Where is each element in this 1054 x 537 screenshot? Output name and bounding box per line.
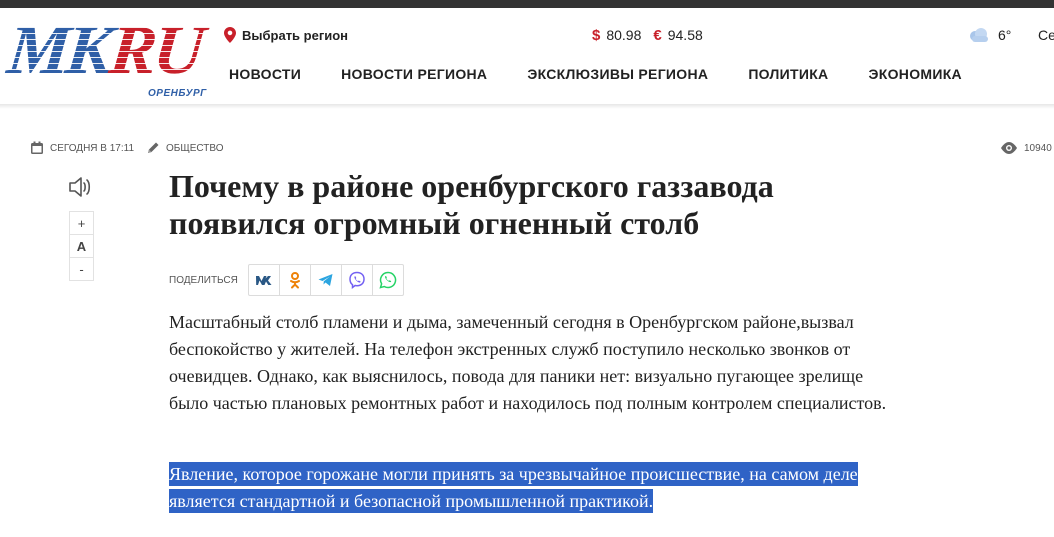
main-nav: НОВОСТИ НОВОСТИ РЕГИОНА ЭКСКЛЮЗИВЫ РЕГИО…	[229, 66, 1002, 86]
dollar-sign: $	[592, 26, 601, 44]
region-selector[interactable]: Выбрать регион	[224, 25, 348, 45]
weather-day: Се	[1038, 27, 1054, 43]
top-dark-bar	[0, 0, 1054, 8]
article-title: Почему в районе оренбургского газзавода …	[169, 168, 774, 241]
font-decrease-button[interactable]: -	[70, 258, 93, 280]
telegram-icon	[318, 274, 333, 286]
logo-stripes	[8, 22, 218, 84]
whatsapp-icon	[379, 271, 397, 289]
odnoklassniki-icon	[289, 272, 300, 289]
selected-text: Явление, которое горожане могли принять …	[169, 462, 858, 513]
euro-rate: 94.58	[667, 27, 703, 43]
share-buttons	[247, 264, 404, 296]
share-label: ПОДЕЛИТЬСЯ	[169, 274, 238, 286]
header-shadow	[0, 104, 1054, 109]
site-logo[interactable]: MK RU ОРЕНБУРГ	[4, 12, 218, 108]
share-bar: ПОДЕЛИТЬСЯ	[169, 264, 404, 296]
euro-sign: €	[653, 26, 662, 44]
share-ok-button[interactable]	[280, 265, 311, 295]
share-whatsapp-button[interactable]	[373, 265, 403, 295]
share-viber-button[interactable]	[342, 265, 373, 295]
nav-item-politics[interactable]: ПОЛИТИКА	[748, 66, 828, 86]
logo-city: ОРЕНБУРГ	[148, 88, 207, 99]
weather-widget[interactable]: 6°	[968, 25, 1011, 45]
nav-item-economy[interactable]: ЭКОНОМИКА	[868, 66, 961, 86]
weather-temp: 6°	[998, 27, 1012, 43]
calendar-icon	[31, 141, 43, 154]
font-increase-button[interactable]: +	[70, 212, 93, 235]
views-counter: 10940	[1000, 140, 1052, 156]
nav-item-region-exclusives[interactable]: ЭКСКЛЮЗИВЫ РЕГИОНА	[527, 66, 708, 86]
publish-date: СЕГОДНЯ В 17:11	[50, 142, 135, 154]
eye-icon	[1001, 142, 1017, 154]
speaker-icon[interactable]	[67, 174, 93, 200]
region-label: Выбрать регион	[242, 27, 349, 43]
pin-icon	[224, 27, 236, 43]
dollar-rate: 80.98	[606, 27, 642, 43]
nav-item-region-news[interactable]: НОВОСТИ РЕГИОНА	[341, 66, 487, 86]
share-vk-button[interactable]	[249, 265, 280, 295]
article-paragraph-1: Масштабный столб пламени и дыма, замечен…	[169, 312, 887, 413]
font-reset-button[interactable]: A	[70, 235, 93, 258]
share-telegram-button[interactable]	[311, 265, 342, 295]
pencil-icon	[148, 142, 159, 153]
font-size-tools: + A -	[69, 211, 94, 281]
nav-item-news[interactable]: НОВОСТИ	[229, 66, 301, 86]
views-count: 10940	[1024, 142, 1052, 154]
site-header: MK RU ОРЕНБУРГ Выбрать регион $ 80.98 € …	[0, 8, 1054, 104]
viber-icon	[349, 271, 365, 289]
currency-rates: $ 80.98 € 94.58	[592, 25, 715, 45]
article-meta: СЕГОДНЯ В 17:11 ОБЩЕСТВО	[30, 140, 224, 156]
rubric-link[interactable]: ОБЩЕСТВО	[166, 143, 224, 154]
vk-icon	[255, 276, 272, 285]
article-paragraph-2-selected[interactable]: Явление, которое горожане могли принять …	[169, 461, 899, 515]
cloud-icon	[970, 28, 988, 42]
